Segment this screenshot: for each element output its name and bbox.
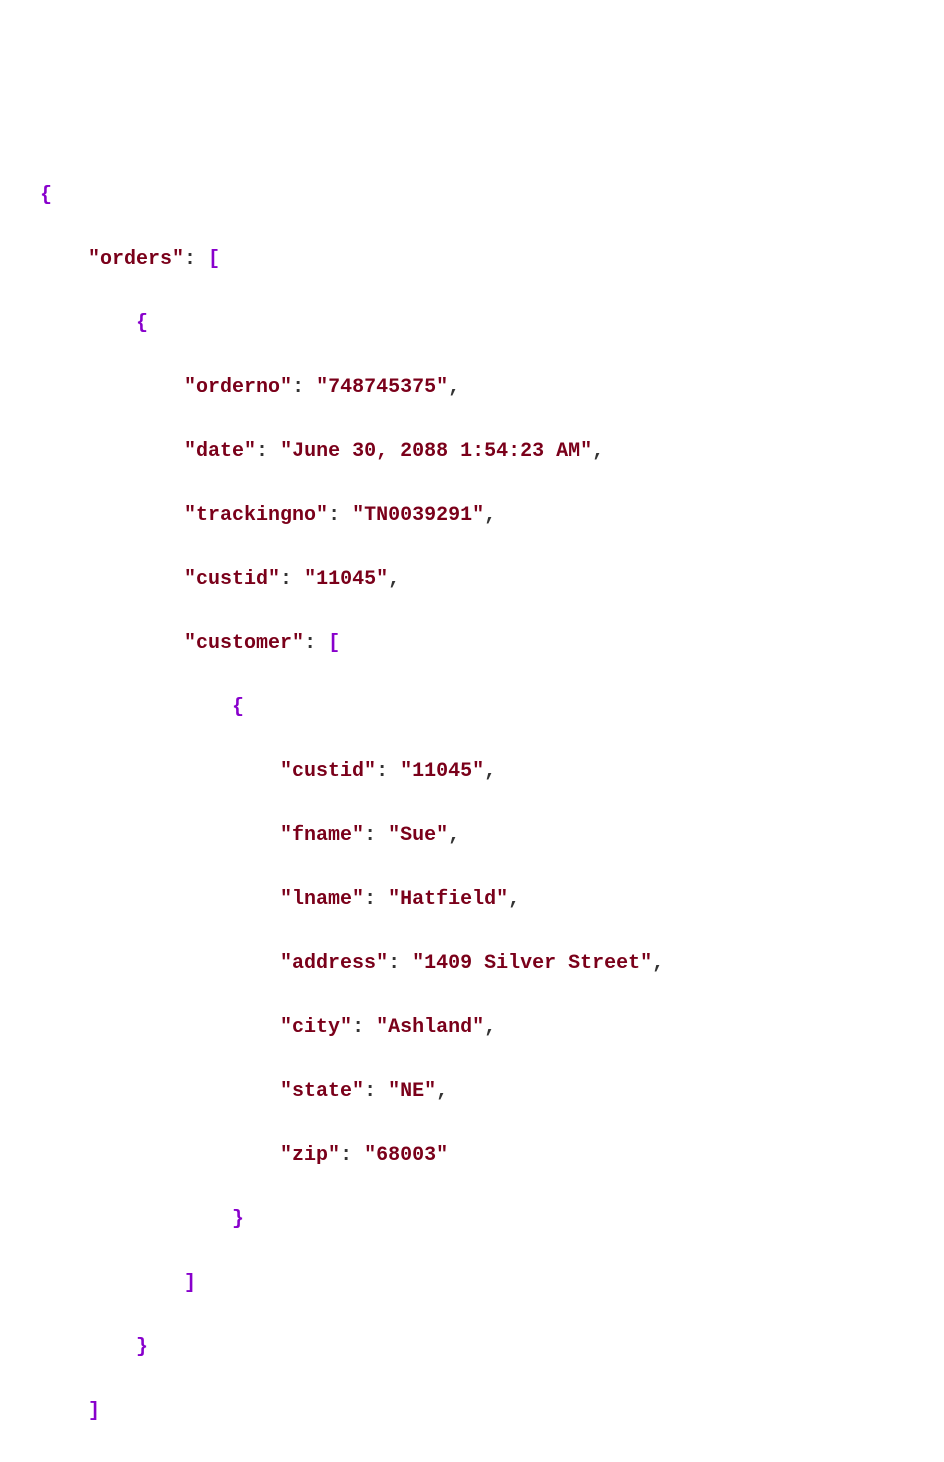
json-key-orderno: "orderno"	[184, 376, 292, 399]
code-line: "address": "1409 Silver Street",	[40, 948, 904, 980]
json-key-fname: "fname"	[280, 824, 364, 847]
colon: :	[352, 1016, 376, 1039]
brace-open: {	[136, 312, 148, 335]
code-line: "state": "NE",	[40, 1076, 904, 1108]
code-line: }	[40, 1460, 904, 1462]
code-line: }	[40, 1332, 904, 1364]
json-value: "1409 Silver Street"	[412, 952, 652, 975]
code-line: "orders": [	[40, 244, 904, 276]
bracket-open: [	[328, 632, 340, 655]
code-line: {	[40, 692, 904, 724]
code-line: "lname": "Hatfield",	[40, 884, 904, 916]
code-line: ]	[40, 1268, 904, 1300]
comma: ,	[508, 888, 520, 911]
code-line: {	[40, 308, 904, 340]
colon: :	[364, 888, 388, 911]
colon: :	[376, 760, 400, 783]
colon: :	[304, 632, 328, 655]
bracket-open: [	[208, 248, 220, 271]
json-code-block: { "orders": [ { "orderno": "748745375", …	[40, 148, 904, 1462]
comma: ,	[388, 568, 400, 591]
json-value: "Hatfield"	[388, 888, 508, 911]
json-key-zip: "zip"	[280, 1144, 340, 1167]
bracket-close: ]	[88, 1400, 100, 1423]
comma: ,	[652, 952, 664, 975]
colon: :	[328, 504, 352, 527]
json-key-customer: "customer"	[184, 632, 304, 655]
comma: ,	[436, 1080, 448, 1103]
code-line: "customer": [	[40, 628, 904, 660]
json-value: "11045"	[400, 760, 484, 783]
comma: ,	[592, 440, 604, 463]
bracket-close: ]	[184, 1272, 196, 1295]
json-key-date: "date"	[184, 440, 256, 463]
colon: :	[364, 824, 388, 847]
json-key-custid2: "custid"	[280, 760, 376, 783]
json-key-trackingno: "trackingno"	[184, 504, 328, 527]
code-line: "date": "June 30, 2088 1:54:23 AM",	[40, 436, 904, 468]
json-key-custid: "custid"	[184, 568, 280, 591]
code-line: }	[40, 1204, 904, 1236]
comma: ,	[484, 504, 496, 527]
json-value: "748745375"	[316, 376, 448, 399]
code-line: ]	[40, 1396, 904, 1428]
colon: :	[280, 568, 304, 591]
json-value: "TN0039291"	[352, 504, 484, 527]
json-value: "Sue"	[388, 824, 448, 847]
brace-close: }	[136, 1336, 148, 1359]
code-line: "custid": "11045",	[40, 564, 904, 596]
code-line: "custid": "11045",	[40, 756, 904, 788]
json-key-city: "city"	[280, 1016, 352, 1039]
json-value: "NE"	[388, 1080, 436, 1103]
json-key-lname: "lname"	[280, 888, 364, 911]
json-key-state: "state"	[280, 1080, 364, 1103]
colon: :	[184, 248, 208, 271]
code-line: "fname": "Sue",	[40, 820, 904, 852]
json-value: "11045"	[304, 568, 388, 591]
brace-open: {	[40, 184, 52, 207]
code-line: "city": "Ashland",	[40, 1012, 904, 1044]
comma: ,	[448, 824, 460, 847]
colon: :	[388, 952, 412, 975]
comma: ,	[448, 376, 460, 399]
comma: ,	[484, 1016, 496, 1039]
json-key-orders: "orders"	[88, 248, 184, 271]
json-value: "Ashland"	[376, 1016, 484, 1039]
code-line: "trackingno": "TN0039291",	[40, 500, 904, 532]
code-line: {	[40, 180, 904, 212]
json-key-address: "address"	[280, 952, 388, 975]
json-value: "68003"	[364, 1144, 448, 1167]
brace-open: {	[232, 696, 244, 719]
comma: ,	[484, 760, 496, 783]
brace-close: }	[232, 1208, 244, 1231]
colon: :	[256, 440, 280, 463]
code-line: "zip": "68003"	[40, 1140, 904, 1172]
code-line: "orderno": "748745375",	[40, 372, 904, 404]
colon: :	[340, 1144, 364, 1167]
colon: :	[364, 1080, 388, 1103]
json-value: "June 30, 2088 1:54:23 AM"	[280, 440, 592, 463]
colon: :	[292, 376, 316, 399]
